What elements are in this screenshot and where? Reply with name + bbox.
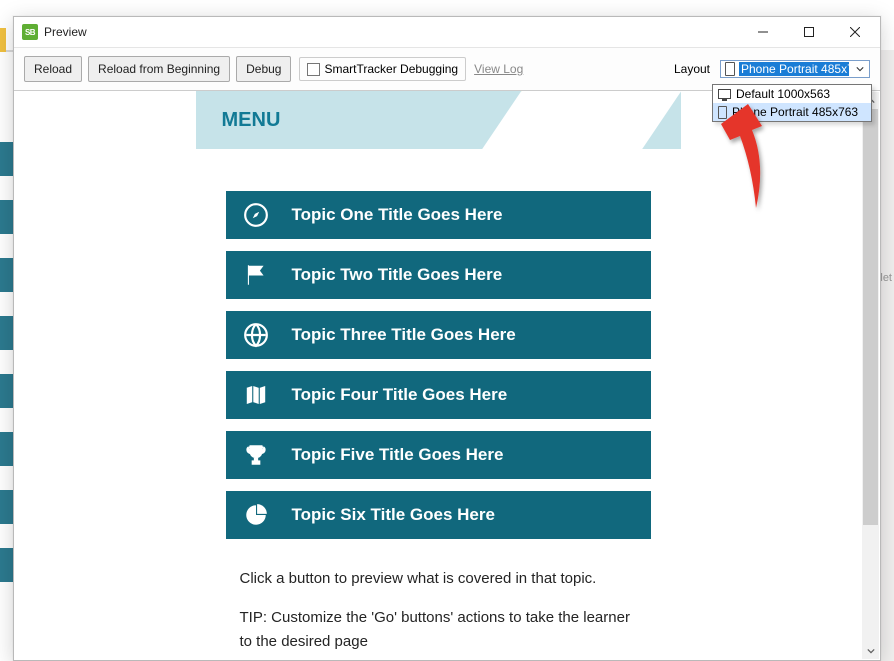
trophy-icon (242, 442, 270, 468)
bg-accent (0, 28, 6, 52)
titlebar[interactable]: Preview (14, 17, 880, 47)
topic-button-1[interactable]: Topic One Title Goes Here (226, 191, 651, 239)
layout-select[interactable]: Phone Portrait 485x763 (720, 60, 870, 78)
close-button[interactable] (832, 17, 878, 47)
layout-selected-text: Phone Portrait 485x763 (739, 62, 849, 76)
topic-button-2[interactable]: Topic Two Title Goes Here (226, 251, 651, 299)
view-log-link[interactable]: View Log (474, 62, 523, 76)
menu-title: MENU (196, 109, 281, 132)
toolbar: Reload Reload from Beginning Debug Smart… (14, 47, 880, 91)
map-icon (242, 382, 270, 408)
checkbox-icon (307, 63, 320, 76)
topic-label: Topic One Title Goes Here (292, 205, 503, 225)
scroll-down-icon[interactable] (862, 642, 879, 659)
maximize-button[interactable] (786, 17, 832, 47)
topic-button-6[interactable]: Topic Six Title Goes Here (226, 491, 651, 539)
window-title: Preview (44, 25, 87, 39)
chevron-down-icon (853, 65, 867, 73)
desktop-icon (718, 89, 731, 99)
minimize-button[interactable] (740, 17, 786, 47)
bg-right-hint: let (880, 272, 892, 284)
topic-label: Topic Four Title Goes Here (292, 385, 508, 405)
flag-icon (242, 262, 270, 288)
phone-icon (718, 106, 727, 119)
reload-button[interactable]: Reload (24, 56, 82, 82)
vertical-scrollbar[interactable] (862, 92, 879, 659)
reload-from-beginning-button[interactable]: Reload from Beginning (88, 56, 230, 82)
pie-chart-icon (242, 502, 270, 528)
topic-label: Topic Three Title Goes Here (292, 325, 516, 345)
scroll-thumb[interactable] (863, 109, 878, 525)
topics-list: Topic One Title Goes Here Topic Two Titl… (196, 149, 681, 539)
topic-label: Topic Six Title Goes Here (292, 505, 495, 525)
topic-label: Topic Two Title Goes Here (292, 265, 503, 285)
body-paragraph-2: TIP: Customize the 'Go' buttons' actions… (240, 606, 637, 653)
layout-option-label: Phone Portrait 485x763 (732, 105, 858, 119)
compass-icon (242, 202, 270, 228)
app-icon (22, 24, 38, 40)
layout-label: Layout (674, 62, 710, 76)
layout-option-label: Default 1000x563 (736, 87, 830, 101)
body-paragraph-1: Click a button to preview what is covere… (240, 567, 637, 590)
preview-window: Preview Reload Reload from Beginning Deb… (13, 16, 881, 661)
layout-dropdown: Default 1000x563 Phone Portrait 485x763 (712, 84, 872, 122)
topic-button-3[interactable]: Topic Three Title Goes Here (226, 311, 651, 359)
menu-header: MENU (196, 91, 681, 149)
globe-icon (242, 322, 270, 348)
topic-button-5[interactable]: Topic Five Title Goes Here (226, 431, 651, 479)
layout-option-default[interactable]: Default 1000x563 (713, 85, 871, 103)
topic-button-4[interactable]: Topic Four Title Goes Here (226, 371, 651, 419)
phone-canvas: MENU Topic One Title Goes Here Topic Two… (196, 91, 681, 660)
layout-option-phone[interactable]: Phone Portrait 485x763 (713, 103, 871, 121)
smarttracker-debugging-toggle[interactable]: SmartTracker Debugging (299, 57, 466, 81)
preview-viewport: MENU Topic One Title Goes Here Topic Two… (14, 91, 880, 660)
phone-icon (725, 62, 735, 76)
debug-button[interactable]: Debug (236, 56, 291, 82)
body-text: Click a button to preview what is covere… (196, 539, 681, 653)
smarttracker-label: SmartTracker Debugging (324, 62, 458, 76)
topic-label: Topic Five Title Goes Here (292, 445, 504, 465)
